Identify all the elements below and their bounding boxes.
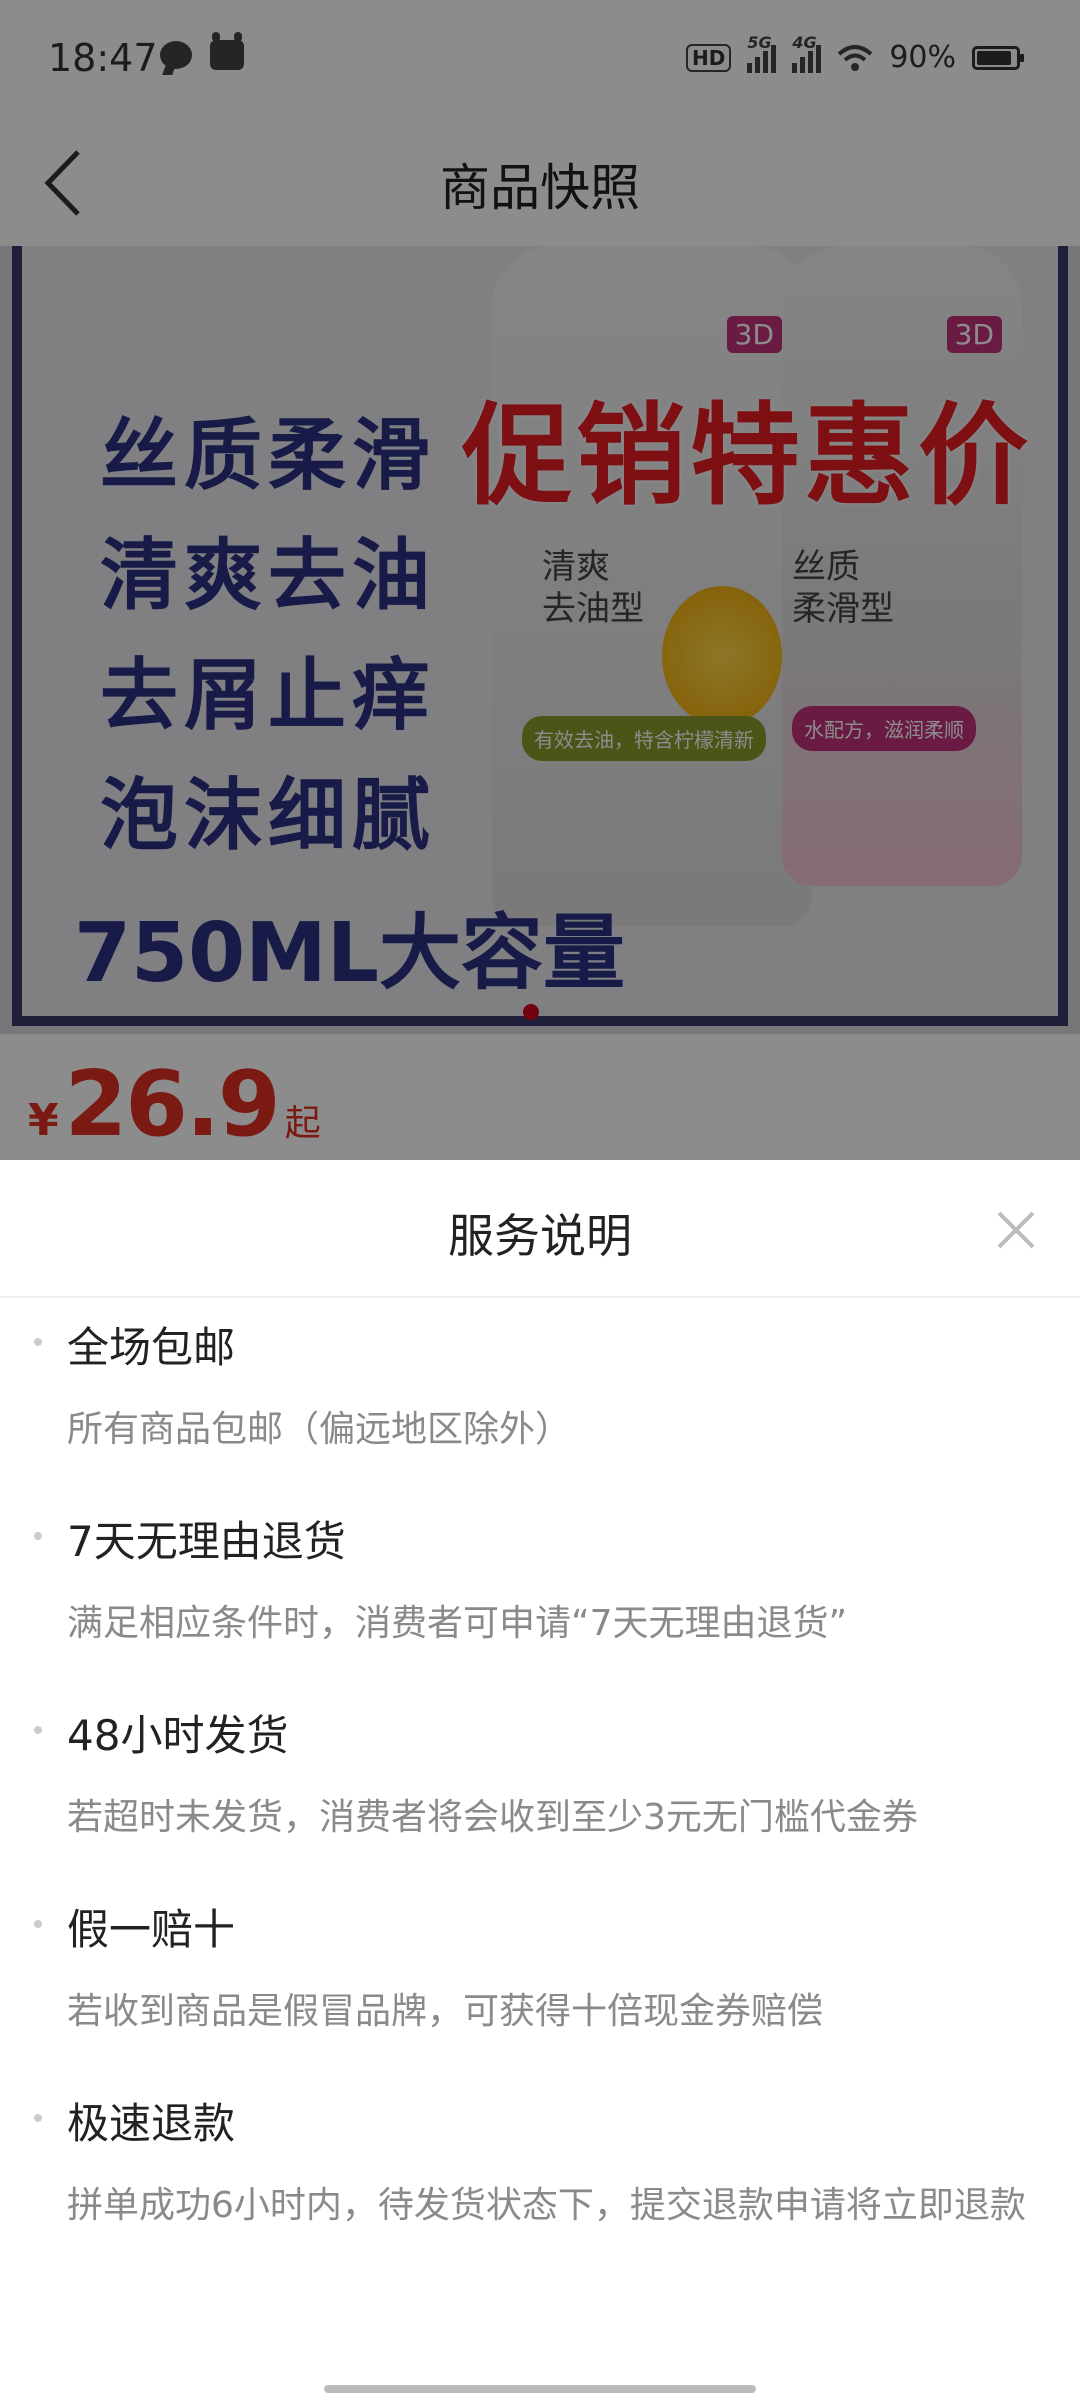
- bullet-dot: [34, 2114, 42, 2122]
- close-icon[interactable]: [996, 1210, 1036, 1250]
- service-title: 假一赔十: [67, 1905, 236, 1954]
- service-item: 7天无理由退货 满足相应条件时，消费者可申请“7天无理由退货”: [0, 1504, 1080, 1654]
- service-title: 48小时发货: [67, 1711, 289, 1760]
- bullet-dot: [34, 1338, 42, 1346]
- service-item: 极速退款 拼单成功6小时内，待发货状态下，提交退款申请将立即退款: [0, 2086, 1080, 2236]
- service-title: 7天无理由退货: [67, 1517, 346, 1566]
- service-desc: 满足相应条件时，消费者可申请“7天无理由退货”: [67, 1603, 848, 1644]
- bullet-dot: [34, 1920, 42, 1928]
- service-desc: 拼单成功6小时内，待发货状态下，提交退款申请将立即退款: [67, 2185, 1026, 2226]
- bullet-dot: [34, 1726, 42, 1734]
- home-indicator[interactable]: [324, 2385, 756, 2393]
- service-desc: 若收到商品是假冒品牌，可获得十倍现金券赔偿: [67, 1991, 824, 2032]
- service-desc: 若超时未发货，消费者将会收到至少3元无门槛代金券: [67, 1797, 918, 1838]
- service-list: 全场包邮 所有商品包邮（偏远地区除外） 7天无理由退货 满足相应条件时，消费者可…: [0, 1310, 1080, 2280]
- service-item: 48小时发货 若超时未发货，消费者将会收到至少3元无门槛代金券: [0, 1698, 1080, 1848]
- service-title: 全场包邮: [67, 1323, 236, 1372]
- modal-backdrop[interactable]: [0, 0, 1080, 1160]
- service-desc: 所有商品包邮（偏远地区除外）: [67, 1409, 572, 1450]
- service-item: 假一赔十 若收到商品是假冒品牌，可获得十倍现金券赔偿: [0, 1892, 1080, 2042]
- service-title: 极速退款: [67, 2099, 236, 2148]
- bullet-dot: [34, 1532, 42, 1540]
- sheet-title: 服务说明: [448, 1209, 632, 1263]
- service-description-sheet: 服务说明 全场包邮 所有商品包邮（偏远地区除外） 7天无理由退货 满足相应条件时…: [0, 1160, 1080, 2400]
- service-item: 全场包邮 所有商品包邮（偏远地区除外）: [0, 1310, 1080, 1460]
- sheet-header: 服务说明: [0, 1160, 1080, 1298]
